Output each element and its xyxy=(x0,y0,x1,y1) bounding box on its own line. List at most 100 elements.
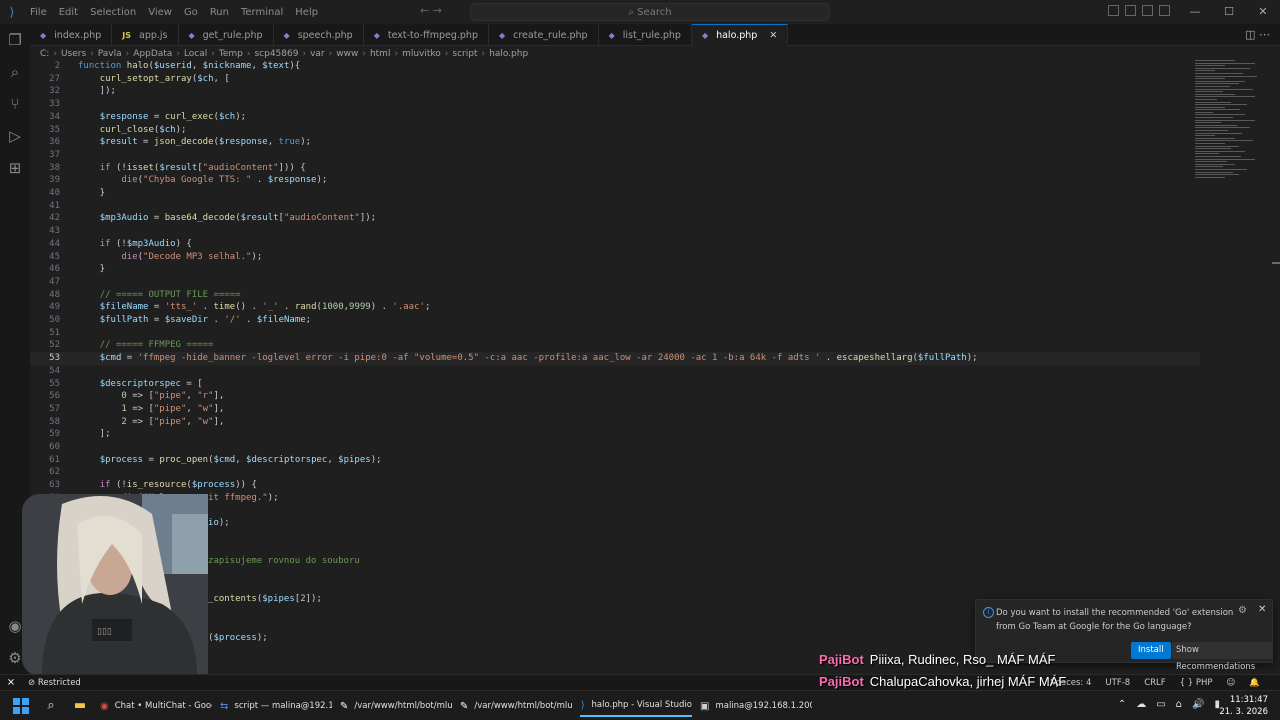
code-line[interactable]: 40 } xyxy=(30,187,1200,200)
code-line[interactable]: 52 // ===== FFMPEG ===== xyxy=(30,339,1200,352)
tray-chevron-icon[interactable]: ⌃ xyxy=(1118,699,1126,710)
remote-icon[interactable]: ⨯ xyxy=(0,675,22,691)
code-line[interactable]: 57 1 => ["pipe", "w"], xyxy=(30,403,1200,416)
minimize-icon[interactable]: — xyxy=(1178,0,1212,24)
layout-icon[interactable] xyxy=(1142,5,1153,16)
code-line[interactable]: 41 xyxy=(30,200,1200,213)
breadcrumb-item[interactable]: html xyxy=(370,49,391,59)
code-line[interactable]: 48 // ===== OUTPUT FILE ===== xyxy=(30,289,1200,302)
menu-item-go[interactable]: Go xyxy=(184,7,198,18)
display-icon[interactable]: ▭ xyxy=(1156,699,1165,710)
layout-controls[interactable] xyxy=(1108,5,1170,16)
code-line[interactable]: 62 xyxy=(30,466,1200,479)
taskbar-app[interactable]: ⇆ script — malina@192.168 xyxy=(220,695,332,717)
code-line[interactable]: 42 $mp3Audio = base64_decode($result["au… xyxy=(30,212,1200,225)
code-line[interactable]: 56 0 => ["pipe", "r"], xyxy=(30,390,1200,403)
menu-item-view[interactable]: View xyxy=(148,7,172,18)
code-editor[interactable]: 2 function halo($userid, $nickname, $text… xyxy=(30,60,1270,678)
code-line[interactable]: 54 xyxy=(30,365,1200,378)
code-line[interactable]: 59 ]; xyxy=(30,428,1200,441)
breadcrumb-item[interactable]: Local xyxy=(184,49,207,59)
code-line[interactable]: 53 $cmd = 'ffmpeg -hide_banner -loglevel… xyxy=(30,352,1200,365)
search-icon[interactable]: ⌕ xyxy=(5,62,25,82)
language-status[interactable]: { } PHP xyxy=(1180,675,1213,691)
code-line[interactable]: 27 curl_setopt_array($ch, [ xyxy=(30,73,1200,86)
menu-item-terminal[interactable]: Terminal xyxy=(241,7,283,18)
tab-app-js[interactable]: JS app.js xyxy=(112,24,179,46)
code-line[interactable]: 63 if (!is_resource($process)) { xyxy=(30,479,1200,492)
source-control-icon[interactable]: ⑂ xyxy=(5,94,25,114)
code-line[interactable]: 2 function halo($userid, $nickname, $text… xyxy=(30,60,1200,73)
restricted-mode[interactable]: ⊘ Restricted xyxy=(28,675,81,691)
file-explorer-icon[interactable]: ▬ xyxy=(71,697,89,715)
layout-icon[interactable] xyxy=(1159,5,1170,16)
menu-item-edit[interactable]: Edit xyxy=(59,7,78,18)
code-line[interactable]: 47 xyxy=(30,276,1200,289)
code-line[interactable]: 35 curl_close($ch); xyxy=(30,124,1200,137)
tab-text-to-ffmpeg-php[interactable]: ◆ text-to-ffmpeg.php xyxy=(364,24,489,46)
tab-get_rule-php[interactable]: ◆ get_rule.php xyxy=(179,24,274,46)
code-line[interactable]: 61 $process = proc_open($cmd, $descripto… xyxy=(30,454,1200,467)
code-line[interactable]: 55 $descriptorspec = [ xyxy=(30,378,1200,391)
taskbar-app[interactable]: ✎ /var/www/html/bot/mlu xyxy=(460,695,572,717)
editor-scrollbar[interactable] xyxy=(1272,60,1280,680)
menu-item-file[interactable]: File xyxy=(30,7,47,18)
volume-icon[interactable]: 🔊 xyxy=(1192,699,1204,710)
layout-icon[interactable] xyxy=(1125,5,1136,16)
code-line[interactable]: 60 xyxy=(30,441,1200,454)
menu-item-run[interactable]: Run xyxy=(210,7,229,18)
nav-arrows[interactable]: ← → xyxy=(420,4,442,17)
breadcrumb-item[interactable]: AppData xyxy=(133,49,172,59)
minimap[interactable] xyxy=(1195,60,1265,210)
code-line[interactable]: 46 } xyxy=(30,263,1200,276)
install-button[interactable]: Install xyxy=(1131,642,1171,659)
windows-start-icon[interactable] xyxy=(13,698,29,714)
close-icon[interactable]: ✕ xyxy=(1246,0,1280,24)
cloud-icon[interactable]: ☁ xyxy=(1136,699,1146,710)
code-line[interactable]: 37 xyxy=(30,149,1200,162)
tab-create_rule-php[interactable]: ◆ create_rule.php xyxy=(489,24,599,46)
breadcrumb-item[interactable]: mluvitko xyxy=(402,49,441,59)
code-line[interactable]: 58 2 => ["pipe", "w"], xyxy=(30,416,1200,429)
network-icon[interactable]: ⌂ xyxy=(1176,699,1182,710)
taskbar-app[interactable]: ⟩ halo.php - Visual Studio xyxy=(580,695,692,717)
encoding-status[interactable]: UTF-8 xyxy=(1105,675,1130,691)
breadcrumb-item[interactable]: var xyxy=(310,49,325,59)
extensions-icon[interactable]: ⊞ xyxy=(5,158,25,178)
menu-item-help[interactable]: Help xyxy=(295,7,318,18)
show-recommendations-button[interactable]: Show Recommendations xyxy=(1172,642,1272,672)
code-line[interactable]: 34 $response = curl_exec($ch); xyxy=(30,111,1200,124)
code-line[interactable]: 32 ]); xyxy=(30,85,1200,98)
tab-list_rule-php[interactable]: ◆ list_rule.php xyxy=(599,24,692,46)
taskbar-app[interactable]: ▣ malina@192.168.1.200 xyxy=(700,695,812,717)
code-line[interactable]: 45 die("Decode MP3 selhal."); xyxy=(30,251,1200,264)
breadcrumb-item[interactable]: C: xyxy=(40,49,49,59)
notifications-bell-icon[interactable]: 🔔 xyxy=(1249,675,1260,691)
code-line[interactable]: 44 if (!$mp3Audio) { xyxy=(30,238,1200,251)
breadcrumb-item[interactable]: www xyxy=(336,49,358,59)
code-line[interactable]: 33 xyxy=(30,98,1200,111)
copilot-icon[interactable]: ☺ xyxy=(1227,675,1236,691)
menu-item-selection[interactable]: Selection xyxy=(90,7,136,18)
maximize-icon[interactable]: ☐ xyxy=(1212,0,1246,24)
run-debug-icon[interactable]: ▷ xyxy=(5,126,25,146)
breadcrumb-item[interactable]: Users xyxy=(61,49,86,59)
command-search[interactable]: ⌕ Search xyxy=(470,3,830,21)
code-line[interactable]: 36 $result = json_decode($response, true… xyxy=(30,136,1200,149)
code-line[interactable]: 38 if (!isset($result["audioContent"])) … xyxy=(30,162,1200,175)
breadcrumb-item[interactable]: Pavla xyxy=(98,49,122,59)
breadcrumb-item[interactable]: scp45869 xyxy=(254,49,298,59)
eol-status[interactable]: CRLF xyxy=(1144,675,1165,691)
layout-icon[interactable] xyxy=(1108,5,1119,16)
tab-halo-php[interactable]: ◆ halo.php ✕ xyxy=(691,24,789,46)
tab-close-icon[interactable]: ✕ xyxy=(769,30,777,41)
code-line[interactable]: 49 $fileName = 'tts_' . time() . '_' . r… xyxy=(30,301,1200,314)
system-clock[interactable]: 11:31:47 21. 3. 2026 xyxy=(1219,694,1268,718)
code-line[interactable]: 39 die("Chyba Google TTS: " . $response)… xyxy=(30,174,1200,187)
explorer-icon[interactable]: ❐ xyxy=(5,30,25,50)
tab-speech-php[interactable]: ◆ speech.php xyxy=(274,24,364,46)
tab-index-php[interactable]: ◆ index.php xyxy=(30,24,113,46)
code-line[interactable]: 43 xyxy=(30,225,1200,238)
search-icon[interactable]: ⌕ xyxy=(42,697,60,715)
taskbar-app[interactable]: ◉ Chat • MultiChat - Goog xyxy=(100,695,212,717)
